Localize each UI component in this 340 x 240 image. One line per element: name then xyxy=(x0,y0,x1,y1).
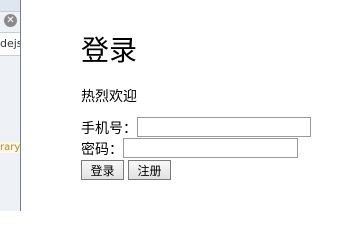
side-panel: ✕ dejs rary xyxy=(0,0,21,211)
browser-viewport: ✕ dejs rary 登录 热烈欢迎 手机号： 密码： 登录 注册 xyxy=(0,0,340,211)
side-panel-tab[interactable]: dejs xyxy=(0,32,20,56)
page-title: 登录 xyxy=(81,34,138,67)
login-button[interactable]: 登录 xyxy=(81,160,124,180)
phone-label: 手机号： xyxy=(81,121,137,137)
close-icon[interactable]: ✕ xyxy=(4,14,17,27)
side-panel-tab-label: dejs xyxy=(0,37,20,50)
password-input[interactable] xyxy=(123,138,298,158)
welcome-text: 热烈欢迎 xyxy=(81,89,137,105)
register-button[interactable]: 注册 xyxy=(128,160,171,180)
side-panel-hint: rary xyxy=(0,142,20,153)
password-label: 密码： xyxy=(81,142,123,158)
side-panel-header xyxy=(0,0,20,12)
phone-input[interactable] xyxy=(137,117,311,137)
